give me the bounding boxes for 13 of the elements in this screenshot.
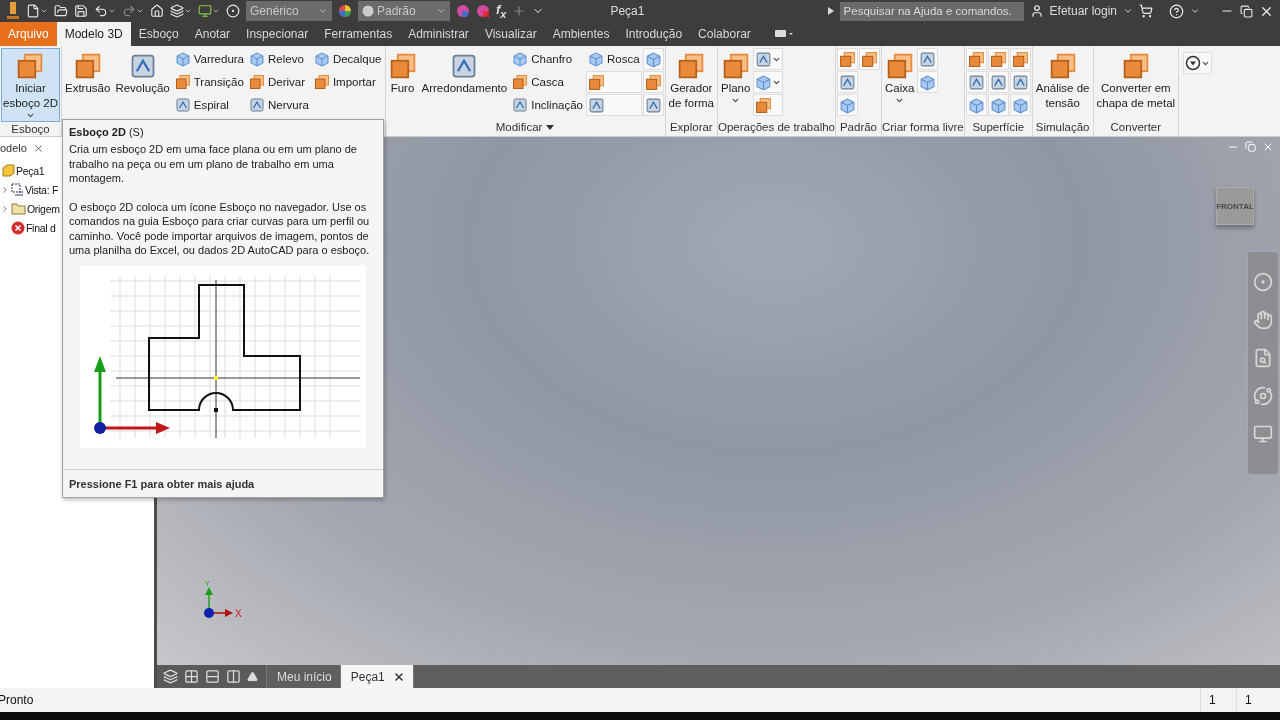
panel-label: Operações de trabalho: [718, 121, 835, 133]
tooltip-title: Esboço 2D (S): [69, 126, 145, 138]
panel-label: Esboço: [11, 123, 50, 135]
window-title: Peça1: [610, 4, 645, 18]
tooltip-footer: Pressione F1 para obter mais ajuda: [63, 469, 383, 497]
panel-label: Converter: [1110, 121, 1162, 133]
panel-label: Criar forma livre: [882, 121, 964, 133]
panel-label: Simulação: [1035, 121, 1090, 133]
axis-label: X: [235, 608, 242, 619]
panel-label: Explorar: [669, 121, 713, 133]
panel-label: Superfície: [972, 121, 1025, 133]
appearance-value: Padrão: [362, 4, 416, 18]
panel-label: Padrão: [839, 121, 878, 133]
